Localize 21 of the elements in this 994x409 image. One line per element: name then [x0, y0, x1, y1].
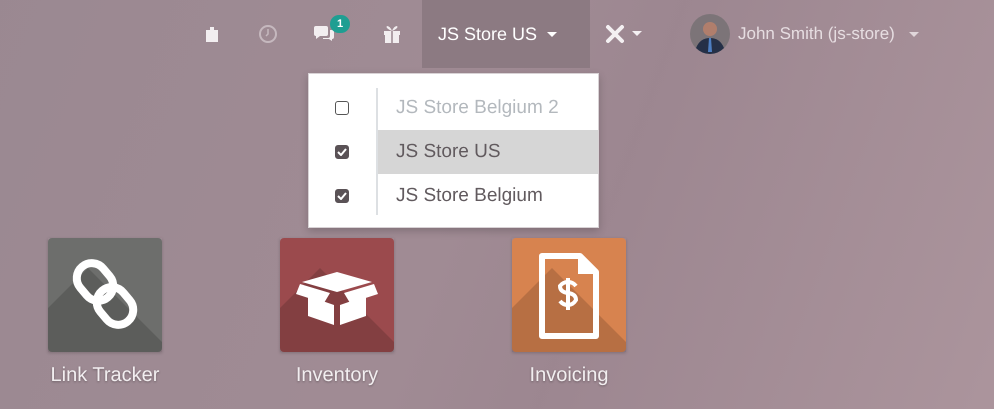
app-label[interactable]: Link Tracker: [50, 364, 160, 387]
box-app-icon[interactable]: [280, 238, 394, 352]
user-menu[interactable]: John Smith (js-store): [690, 14, 919, 54]
building-icon[interactable]: [204, 26, 220, 42]
checkbox[interactable]: [335, 145, 349, 159]
gift-icon[interactable]: [382, 25, 402, 43]
checkbox[interactable]: [335, 189, 349, 203]
company-item[interactable]: JS Store Belgium: [376, 174, 598, 218]
app-label[interactable]: Invoicing: [530, 364, 608, 387]
notification-badge: 1: [330, 15, 350, 33]
app-label[interactable]: Inventory: [296, 364, 378, 387]
avatar-icon: [690, 14, 730, 54]
tools-icon[interactable]: [604, 23, 626, 45]
chain-link-app-icon[interactable]: [48, 238, 162, 352]
company-switcher[interactable]: JS Store US: [422, 0, 590, 68]
chat-icon[interactable]: [312, 25, 336, 43]
company-item[interactable]: JS Store Belgium 2: [376, 86, 598, 130]
company-item[interactable]: JS Store US: [376, 130, 598, 174]
checkbox[interactable]: [335, 101, 349, 115]
invoice-app-icon[interactable]: [512, 238, 626, 352]
caret-icon[interactable]: [632, 31, 642, 37]
